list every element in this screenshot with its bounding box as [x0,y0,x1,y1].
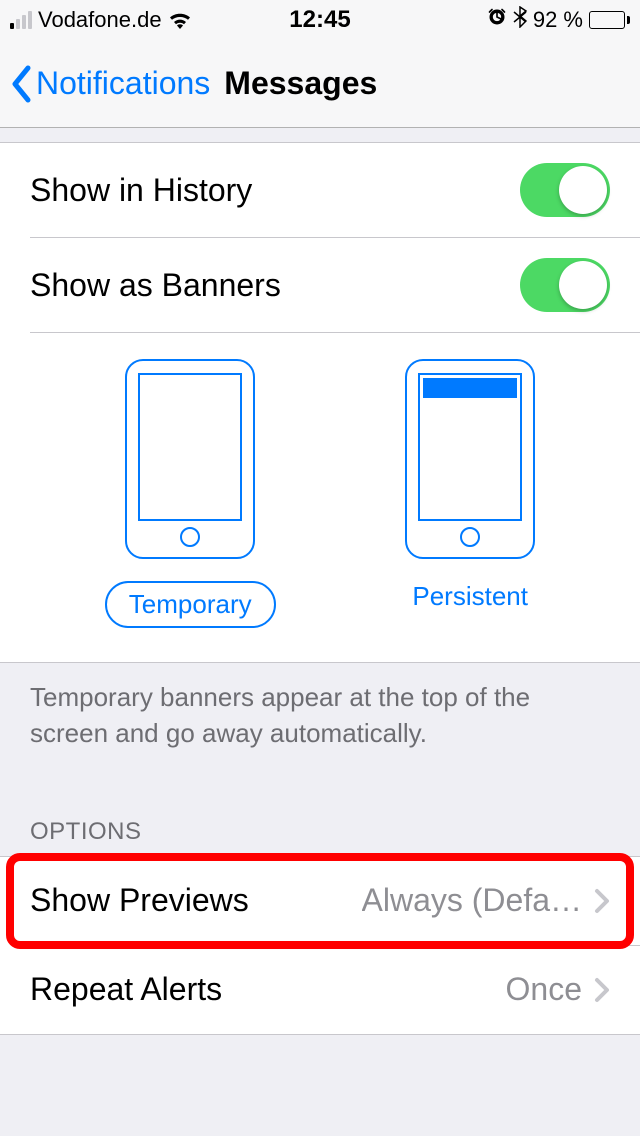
back-label: Notifications [36,65,210,102]
navigation-bar: Notifications Messages [0,40,640,128]
options-header: OPTIONS [0,774,640,856]
repeat-alerts-label: Repeat Alerts [30,971,222,1008]
alarm-icon [487,7,507,33]
show-previews-value: Always (Defa… [362,882,583,919]
banner-style-persistent[interactable]: Persistent [405,359,535,628]
show-previews-label: Show Previews [30,882,249,919]
bluetooth-icon [513,6,527,34]
carrier-label: Vodafone.de [38,7,162,33]
banner-style-temporary[interactable]: Temporary [105,359,276,628]
back-button[interactable]: Notifications [10,65,210,103]
show-in-history-row: Show in History [0,143,640,237]
repeat-alerts-row[interactable]: Repeat Alerts Once [0,946,640,1034]
show-as-banners-label: Show as Banners [30,267,281,304]
page-title: Messages [224,65,377,102]
show-as-banners-row: Show as Banners [0,238,640,332]
cellular-signal-icon [10,11,32,29]
battery-percentage: 92 % [533,7,583,33]
banner-style-temporary-label: Temporary [105,581,276,628]
chevron-left-icon [10,65,32,103]
chevron-right-icon [594,888,610,914]
phone-icon-temporary [125,359,255,559]
battery-icon [589,11,630,29]
show-in-history-toggle[interactable] [520,163,610,217]
status-bar: Vodafone.de 12:45 92 % [0,0,640,40]
show-as-banners-toggle[interactable] [520,258,610,312]
banner-style-persistent-label: Persistent [412,581,528,612]
options-group: Show Previews Always (Defa… Repeat Alert… [0,856,640,1035]
banner-footer-text: Temporary banners appear at the top of t… [0,663,640,774]
banner-style-picker: Temporary Persistent [0,333,640,662]
alerts-group: Show in History Show as Banners Temporar… [0,142,640,663]
phone-icon-persistent [405,359,535,559]
show-previews-row[interactable]: Show Previews Always (Defa… [0,857,640,945]
repeat-alerts-value: Once [506,971,582,1008]
chevron-right-icon [594,977,610,1003]
show-in-history-label: Show in History [30,172,252,209]
wifi-icon [168,11,192,29]
